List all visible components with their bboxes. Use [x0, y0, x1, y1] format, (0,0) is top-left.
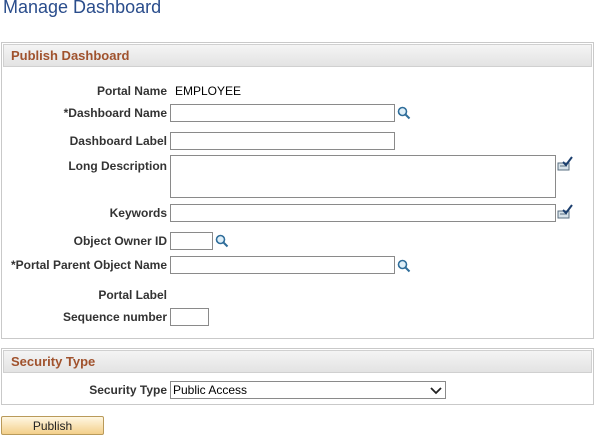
- object-owner-lookup-icon[interactable]: [215, 234, 229, 251]
- dashboard-name-label: *Dashboard Name: [63, 106, 167, 120]
- portal-parent-label: *Portal Parent Object Name: [10, 258, 167, 272]
- portal-name-value: EMPLOYEE: [175, 84, 242, 98]
- security-type-label: Security Type: [89, 383, 167, 397]
- dashboard-label-label: Dashboard Label: [69, 134, 167, 148]
- dashboard-name-input[interactable]: [170, 104, 395, 122]
- portal-name-label: Portal Name: [96, 84, 167, 98]
- keywords-label: Keywords: [109, 206, 167, 220]
- publish-dashboard-header: Publish Dashboard: [3, 44, 592, 67]
- object-owner-input[interactable]: [170, 232, 213, 250]
- keywords-spellcheck-icon[interactable]: [557, 204, 573, 223]
- long-description-label: Long Description: [68, 159, 167, 173]
- object-owner-label: Object Owner ID: [73, 234, 167, 248]
- page-title: Manage Dashboard: [3, 0, 162, 17]
- publish-button[interactable]: Publish: [1, 416, 104, 435]
- dashboard-label-input[interactable]: [170, 132, 395, 150]
- portal-label-label: Portal Label: [98, 288, 167, 302]
- sequence-number-label: Sequence number: [62, 310, 167, 324]
- sequence-number-input[interactable]: [170, 308, 209, 326]
- long-description-textarea[interactable]: [170, 155, 556, 198]
- dashboard-name-lookup-icon[interactable]: [397, 106, 411, 123]
- portal-parent-input[interactable]: [170, 256, 395, 274]
- security-type-select[interactable]: Public Access: [170, 381, 446, 399]
- long-description-spellcheck-icon[interactable]: [557, 156, 573, 175]
- portal-parent-lookup-icon[interactable]: [397, 259, 411, 276]
- security-type-header: Security Type: [3, 350, 592, 373]
- keywords-input[interactable]: [170, 204, 556, 222]
